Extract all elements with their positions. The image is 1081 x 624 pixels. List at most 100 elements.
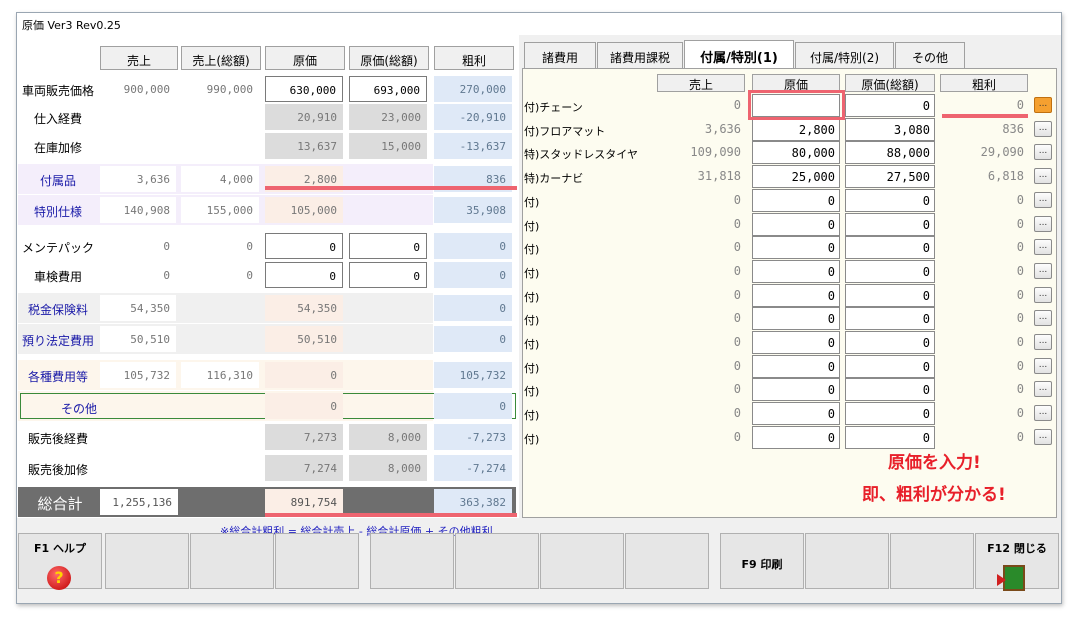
right-cell-genka[interactable]: 0 — [752, 307, 840, 331]
row-label: メンテパック — [21, 241, 94, 255]
detail-button[interactable]: ... — [1034, 215, 1052, 232]
right-cell-genka[interactable]: 0 — [752, 283, 840, 307]
right-cell-genka[interactable]: 0 — [752, 331, 840, 354]
detail-button[interactable]: ... — [1034, 334, 1052, 350]
fkey-7[interactable] — [625, 533, 709, 589]
tab-2[interactable]: 付属/特別(1) — [684, 40, 794, 68]
fkey-8[interactable]: F9 印刷 — [720, 533, 804, 589]
detail-button[interactable]: ... — [1034, 286, 1052, 303]
right-cell-genka[interactable]: 0 — [752, 378, 840, 402]
left-cell-arari: 0 — [434, 326, 512, 352]
right-cell-genka[interactable]: 0 — [752, 259, 840, 283]
right-cell-genka-total[interactable]: 0 — [845, 331, 935, 354]
right-cell-genka[interactable]: 0 — [752, 402, 840, 426]
right-cell-uri: 0 — [733, 382, 741, 397]
right-cell-genka[interactable]: 80,000 — [752, 141, 840, 165]
detail-button[interactable]: ... — [1034, 239, 1052, 256]
right-cell-arari: 6,818 — [987, 169, 1024, 184]
detail-button[interactable]: ... — [1034, 310, 1052, 327]
right-cell-genka-total[interactable]: 0 — [845, 354, 935, 378]
right-cell-genka[interactable]: 25,000 — [752, 165, 840, 189]
right-row-label: 付) — [524, 314, 540, 328]
right-cell-genka-total[interactable]: 88,000 — [845, 141, 935, 165]
fkey-5[interactable] — [455, 533, 539, 589]
right-row-label: 付) — [524, 195, 540, 209]
right-cell-genka[interactable]: 0 — [752, 425, 840, 449]
right-cell-genka-total[interactable]: 0 — [845, 259, 935, 283]
right-cell-genka-total[interactable]: 0 — [845, 425, 935, 449]
fkey-9[interactable] — [805, 533, 889, 589]
right-cell-arari: 0 — [1016, 429, 1024, 444]
right-cell-genka[interactable]: 0 — [752, 236, 840, 260]
right-cell-genka-total[interactable]: 0 — [845, 212, 935, 236]
tab-3[interactable]: 付属/特別(2) — [795, 42, 894, 68]
detail-button[interactable]: ... — [1034, 428, 1052, 445]
left-col-header: 粗利 — [434, 46, 514, 70]
fkey-2[interactable] — [190, 533, 274, 589]
left-cell-uri_total: 4,000 — [181, 166, 259, 192]
right-cell-genka-total[interactable]: 0 — [845, 378, 935, 402]
total-uri: 1,255,136 — [100, 489, 178, 515]
fkey-3[interactable] — [275, 533, 359, 589]
main-content: 売上 売上(総額) 原価 原価(総額) 粗利 車両販売価格 900,000 990,000 63… — [0, 0, 1081, 624]
right-row-label: 付) — [524, 361, 540, 375]
left-col-header: 原価(総額) — [349, 46, 429, 70]
detail-button[interactable]: ... — [1034, 191, 1052, 208]
left-cell-genka[interactable]: 0 — [265, 233, 343, 259]
right-cell-genka[interactable]: 0 — [752, 212, 840, 236]
right-cell-genka-total[interactable]: 0 — [845, 402, 935, 426]
left-cell-genka_total — [349, 326, 427, 352]
left-cell-arari: -13,637 — [434, 133, 512, 159]
detail-button[interactable]: ... — [1034, 120, 1052, 137]
right-cell-genka[interactable]: 0 — [752, 354, 840, 378]
left-cell-uri_total: 990,000 — [206, 83, 253, 96]
right-cell-genka-total[interactable]: 0 — [845, 94, 935, 117]
left-cell-genka[interactable]: 0 — [265, 262, 343, 288]
exit-door-icon — [1003, 565, 1025, 591]
left-cell-arari: -7,274 — [434, 455, 512, 481]
right-cell-arari: 0 — [1016, 240, 1024, 255]
left-col-header: 原価 — [265, 46, 345, 70]
left-cell-genka_total[interactable]: 0 — [349, 233, 427, 259]
right-cell-uri: 0 — [733, 98, 741, 112]
right-cell-arari: 0 — [1016, 335, 1024, 349]
left-cell-genka_total[interactable]: 693,000 — [349, 76, 427, 102]
right-cell-genka-total[interactable]: 0 — [845, 283, 935, 307]
left-col-header: 売上 — [100, 46, 178, 70]
left-cell-genka_total — [349, 362, 427, 388]
right-cell-uri: 0 — [733, 335, 741, 349]
total-arari: 363,382 — [434, 489, 512, 515]
fkey-4[interactable] — [370, 533, 454, 589]
left-cell-genka: 54,350 — [265, 295, 343, 321]
left-cell-genka[interactable]: 630,000 — [265, 76, 343, 102]
right-cell-genka-total[interactable]: 0 — [845, 188, 935, 212]
detail-button[interactable]: ... — [1034, 357, 1052, 374]
right-cell-genka[interactable]: 2,800 — [752, 117, 840, 141]
tab-1[interactable]: 諸費用課税 — [597, 42, 683, 68]
row-label: 特別仕様 — [33, 205, 82, 219]
right-cell-genka-total[interactable]: 0 — [845, 236, 935, 260]
row-label: 車検費用 — [33, 270, 82, 284]
detail-button[interactable]: ... — [1034, 97, 1052, 113]
fkey-10[interactable] — [890, 533, 974, 589]
fkey-1[interactable] — [105, 533, 189, 589]
left-cell-uri: 50,510 — [100, 326, 176, 352]
right-cell-arari: 0 — [1016, 382, 1024, 397]
detail-button[interactable]: ... — [1034, 168, 1052, 185]
left-cell-genka: 105,000 — [265, 197, 343, 223]
right-cell-genka-total[interactable]: 27,500 — [845, 165, 935, 189]
total-genka: 891,754 — [265, 489, 343, 515]
right-cell-genka-total[interactable]: 0 — [845, 307, 935, 331]
tab-0[interactable]: 諸費用 — [524, 42, 596, 68]
left-cell-genka: 7,273 — [265, 424, 343, 450]
left-cell-arari: 270,000 — [434, 76, 512, 102]
right-cell-genka-total[interactable]: 3,080 — [845, 117, 935, 141]
detail-button[interactable]: ... — [1034, 381, 1052, 398]
detail-button[interactable]: ... — [1034, 144, 1052, 161]
tab-4[interactable]: その他 — [895, 42, 965, 68]
left-cell-genka_total[interactable]: 0 — [349, 262, 427, 288]
right-cell-genka[interactable]: 0 — [752, 188, 840, 212]
detail-button[interactable]: ... — [1034, 405, 1052, 422]
fkey-6[interactable] — [540, 533, 624, 589]
detail-button[interactable]: ... — [1034, 262, 1052, 279]
